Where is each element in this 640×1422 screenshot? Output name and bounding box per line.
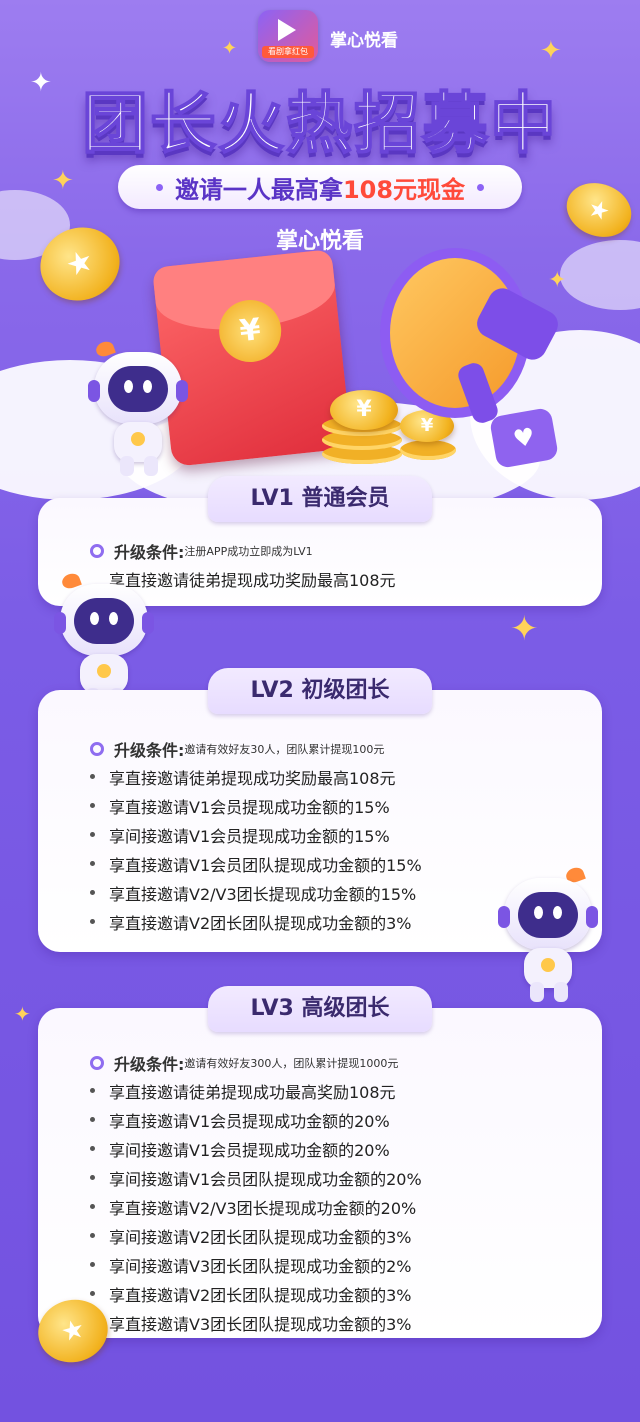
robot-leg	[120, 456, 134, 476]
sparkle-icon: ✦	[52, 166, 74, 196]
robot-badge-icon	[541, 958, 555, 972]
condition-label: 升级条件:	[114, 543, 185, 562]
condition-ring-icon	[90, 544, 104, 558]
benefit-item: 享直接邀请V3团长团队提现成功金额的3%	[90, 1308, 582, 1337]
robot-eye	[90, 612, 99, 625]
benefit-text: 享直接邀请V2/V3团长提现成功金额的15%	[109, 884, 417, 904]
robot-leg	[554, 982, 568, 1002]
benefit-item: 享间接邀请V3团长团队提现成功金额的2%	[90, 1250, 582, 1279]
level-title: LV2 初级团长	[208, 668, 432, 714]
benefit-text: 享直接邀请V1会员提现成功金额的20%	[109, 1111, 390, 1131]
condition-ring-icon	[90, 1056, 104, 1070]
hero-title: 团长火热招募中	[81, 84, 558, 163]
level-title: LV3 高级团长	[208, 986, 432, 1032]
benefit-item: 享直接邀请徒弟提现成功奖励最高108元	[90, 762, 582, 791]
robot-eye	[109, 612, 118, 625]
benefit-item: 享直接邀请V2/V3团长提现成功金额的20%	[90, 1192, 582, 1221]
benefit-text: 享直接邀请V2团长团队提现成功金额的3%	[109, 1285, 412, 1305]
benefit-text: 享直接邀请V2/V3团长提现成功金额的20%	[109, 1198, 417, 1218]
robot-head	[498, 878, 598, 950]
upgrade-condition: 升级条件: 注册APP成功立即成为LV1	[90, 538, 582, 564]
poster: ✦ ✦ ✦ ✦ ✦ ✦ ✦ 看剧拿红包 掌心悦看 团长火热招募中 邀请一人最高拿…	[0, 0, 640, 1422]
bullet-dot-icon	[155, 183, 163, 191]
robot-mascot	[88, 339, 188, 476]
benefit-text: 享直接邀请V1会员提现成功金额的15%	[109, 797, 390, 817]
robot-face	[74, 598, 134, 644]
benefit-text: 享直接邀请V2团长团队提现成功金额的3%	[109, 913, 412, 933]
condition-label: 升级条件:	[114, 741, 185, 760]
app-logo-icon: 看剧拿红包	[258, 10, 318, 62]
benefit-item: 享直接邀请V2团长团队提现成功金额的3%	[90, 1279, 582, 1308]
robot-badge-icon	[97, 664, 111, 678]
robot-ear	[88, 380, 100, 402]
condition-value: 注册APP成功立即成为LV1	[184, 545, 313, 558]
robot-ear	[54, 612, 66, 634]
robot-ear	[142, 612, 154, 634]
play-icon	[278, 19, 296, 41]
subtitle-text: 邀请一人最高拿	[174, 175, 343, 204]
robot-badge-icon	[131, 432, 145, 446]
robot-eye	[534, 906, 543, 919]
robot-head	[88, 352, 188, 424]
subtitle-highlight: 108元现金	[342, 175, 466, 204]
app-name: 掌心悦看	[330, 31, 398, 51]
robot-mascot	[498, 865, 598, 1002]
robot-face	[518, 892, 578, 938]
condition-value: 邀请有效好友300人，团队累计提现1000元	[184, 1057, 399, 1070]
sparkle-icon: ✦	[540, 36, 562, 66]
benefit-item: 享直接邀请V1会员提现成功金额的15%	[90, 791, 582, 820]
sparkle-icon: ✦	[222, 38, 238, 59]
subtitle-pill: 邀请一人最高拿 108元现金	[118, 165, 522, 209]
robot-leg	[530, 982, 544, 1002]
robot-ear	[586, 906, 598, 928]
heart-chat-icon: ♥	[488, 407, 560, 469]
robot-face	[108, 366, 168, 412]
condition-value: 邀请有效好友30人，团队累计提现100元	[184, 743, 385, 756]
level-body: 升级条件: 注册APP成功立即成为LV1 享直接邀请徒弟提现成功奖励最高108元	[90, 538, 582, 593]
coin-glyph: ★	[57, 1313, 89, 1349]
robot-eye	[124, 380, 133, 393]
condition-ring-icon	[90, 742, 104, 756]
benefit-text: 享间接邀请V1会员提现成功金额的20%	[109, 1140, 390, 1160]
megaphone-icon	[370, 228, 563, 428]
level-body: 升级条件: 邀请有效好友300人，团队累计提现1000元 享直接邀请徒弟提现成功…	[90, 1050, 582, 1337]
benefit-text: 享直接邀请V3团长团队提现成功金额的3%	[109, 1314, 412, 1334]
robot-ear	[498, 906, 510, 928]
coin-glyph: ★	[61, 242, 99, 285]
upgrade-condition: 升级条件: 邀请有效好友300人，团队累计提现1000元	[90, 1050, 582, 1076]
benefit-text: 享间接邀请V2团长团队提现成功金额的3%	[109, 1227, 412, 1247]
coin-glyph: ★	[584, 193, 614, 227]
benefit-text: 享直接邀请徒弟提现成功奖励最高108元	[109, 768, 396, 788]
benefit-text: 享直接邀请V1会员团队提现成功金额的15%	[109, 855, 422, 875]
benefit-text: 享间接邀请V1会员提现成功金额的15%	[109, 826, 390, 846]
benefit-item: 享直接邀请V1会员提现成功金额的20%	[90, 1105, 582, 1134]
coin-stack-icon	[400, 440, 456, 460]
sparkle-icon: ✦	[510, 609, 539, 649]
robot-head	[54, 584, 154, 656]
benefit-text: 享间接邀请V1会员团队提现成功金额的20%	[109, 1169, 422, 1189]
robot-mascot	[54, 571, 154, 708]
sparkle-icon: ✦	[14, 1002, 31, 1026]
upgrade-condition: 升级条件: 邀请有效好友30人，团队累计提现100元	[90, 736, 582, 762]
robot-ear	[176, 380, 188, 402]
robot-eye	[143, 380, 152, 393]
benefit-text: 享直接邀请徒弟提现成功最高奖励108元	[109, 1082, 396, 1102]
robot-eye	[553, 906, 562, 919]
bullet-dot-icon	[477, 183, 485, 191]
benefit-item: 享间接邀请V1会员提现成功金额的20%	[90, 1134, 582, 1163]
benefit-item: 享直接邀请徒弟提现成功奖励最高108元	[90, 564, 582, 593]
level-title: LV1 普通会员	[208, 476, 432, 522]
app-logo-tag: 看剧拿红包	[262, 46, 314, 58]
benefit-item: 享间接邀请V1会员提现成功金额的15%	[90, 820, 582, 849]
benefit-text: 享间接邀请V3团长团队提现成功金额的2%	[109, 1256, 412, 1276]
condition-label: 升级条件:	[114, 1055, 185, 1074]
robot-leg	[144, 456, 158, 476]
benefit-item: 享间接邀请V2团长团队提现成功金额的3%	[90, 1221, 582, 1250]
benefit-item: 享直接邀请徒弟提现成功最高奖励108元	[90, 1076, 582, 1105]
level-card-lv3: LV3 高级团长 升级条件: 邀请有效好友300人，团队累计提现1000元 享直…	[38, 986, 602, 1338]
benefit-item: 享间接邀请V1会员团队提现成功金额的20%	[90, 1163, 582, 1192]
